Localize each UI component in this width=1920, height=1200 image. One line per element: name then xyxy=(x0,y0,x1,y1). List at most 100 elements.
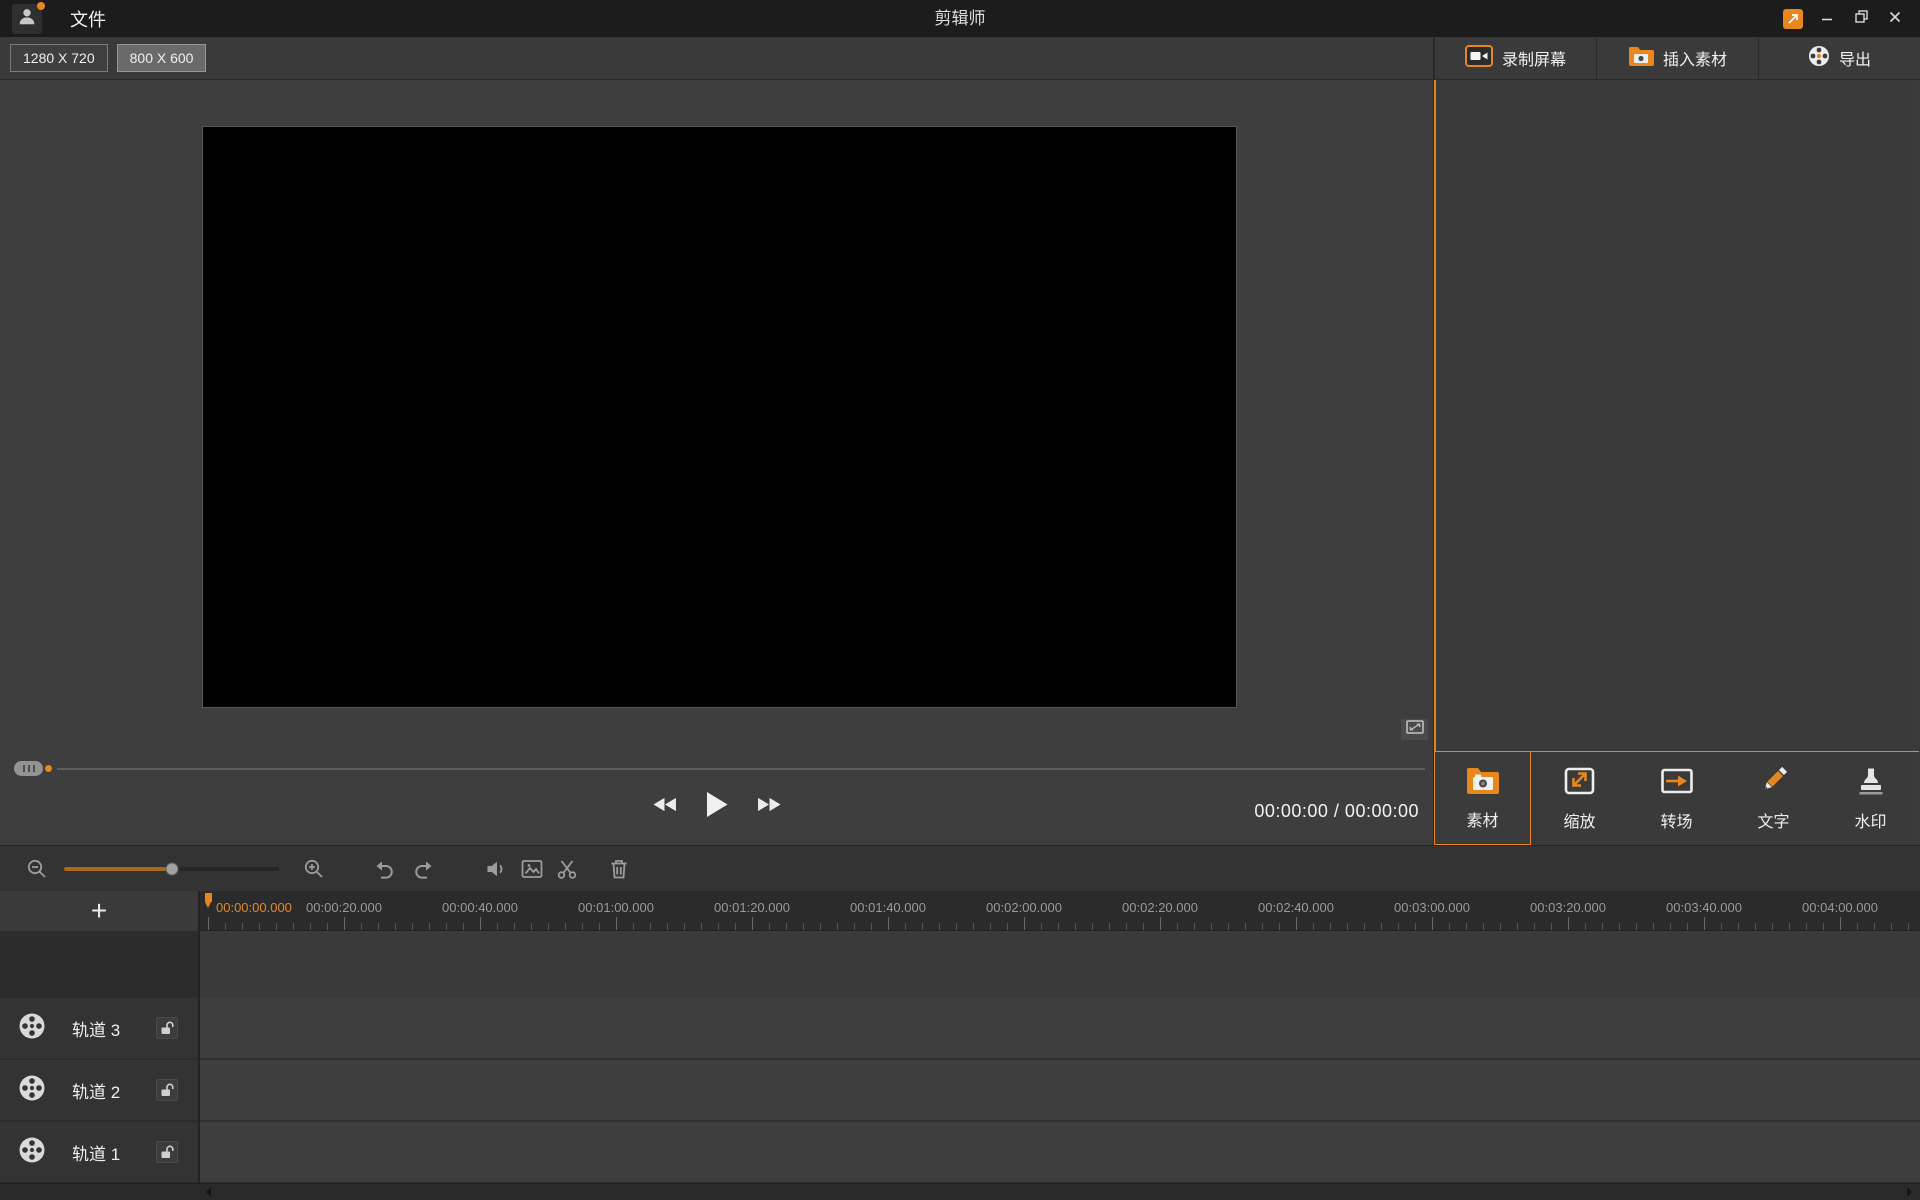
film-reel-icon xyxy=(18,1074,46,1107)
ruler-label: 00:00:20.000 xyxy=(306,900,382,915)
time-display: 00:00:00 / 00:00:00 xyxy=(1254,801,1419,821)
ruler-label: 00:02:40.000 xyxy=(1258,900,1334,915)
lock-icon xyxy=(161,1083,174,1096)
video-preview-stage xyxy=(202,126,1237,708)
timeline-ruler[interactable]: 00:00:00.000 00:00:20.000 00:00:40.000 0… xyxy=(200,891,1920,931)
resolution-800x600-button[interactable]: 800 X 600 xyxy=(116,44,207,72)
user-avatar[interactable] xyxy=(12,1,45,34)
zoom-in-icon xyxy=(304,859,323,878)
rewind-button[interactable] xyxy=(653,796,677,818)
play-icon xyxy=(705,790,729,824)
frame-edit-button[interactable] xyxy=(521,858,543,880)
fullscreen-button[interactable] xyxy=(1401,719,1428,740)
ruler-label: 00:00:40.000 xyxy=(442,900,518,915)
fast-forward-icon xyxy=(757,796,781,818)
track-lane-1[interactable] xyxy=(200,1122,1920,1182)
zoom-slider-fill xyxy=(64,867,172,871)
seek-position-dot xyxy=(45,765,52,772)
track-label: 轨道 1 xyxy=(72,1144,121,1164)
workspace: 00:00:00 / 00:00:00 素材 缩放 转场 文字 水印 xyxy=(0,80,1920,845)
ruler-label: 00:04:00.000 xyxy=(1802,900,1878,915)
record-screen-button[interactable]: 录制屏幕 xyxy=(1434,37,1596,79)
material-library-area[interactable] xyxy=(1434,80,1919,751)
app-window: 文件 剪辑师 1280 X 720 800 X 600 录制屏幕 插入素材 导出… xyxy=(0,0,1920,1200)
right-panel: 素材 缩放 转场 文字 水印 xyxy=(1434,80,1919,845)
tab-text-label: 文字 xyxy=(1757,813,1790,831)
tab-watermark[interactable]: 水印 xyxy=(1822,752,1919,845)
film-reel-icon xyxy=(18,1136,46,1169)
film-reel-icon xyxy=(18,1012,46,1045)
zoom-out-icon xyxy=(27,859,46,878)
restore-button[interactable] xyxy=(1844,4,1878,34)
timeline-upper-area xyxy=(200,931,1920,998)
seek-handle-icon[interactable] xyxy=(14,761,43,776)
playhead-marker[interactable] xyxy=(205,893,212,908)
track-lane-3[interactable] xyxy=(200,998,1920,1058)
feedback-button[interactable] xyxy=(1776,4,1810,34)
zoom-out-button[interactable] xyxy=(26,858,48,880)
add-track-button[interactable]: + xyxy=(0,891,198,931)
minimize-icon xyxy=(1821,10,1833,28)
undo-button[interactable] xyxy=(373,858,395,880)
ruler-label: 00:01:00.000 xyxy=(578,900,654,915)
export-button[interactable]: 导出 xyxy=(1758,37,1920,79)
export-label: 导出 xyxy=(1838,52,1871,69)
track-header-3[interactable]: 轨道 3 xyxy=(0,998,198,1058)
record-screen-icon xyxy=(1464,44,1493,72)
seek-bar[interactable] xyxy=(57,768,1425,770)
track-header-1[interactable]: 轨道 1 xyxy=(0,1122,198,1182)
user-avatar-icon xyxy=(16,5,38,32)
insert-material-button[interactable]: 插入素材 xyxy=(1596,37,1758,79)
fast-forward-button[interactable] xyxy=(757,796,781,818)
scissors-icon xyxy=(557,860,577,879)
minimize-button[interactable] xyxy=(1810,4,1844,34)
tab-scale[interactable]: 缩放 xyxy=(1531,752,1628,845)
volume-button[interactable] xyxy=(485,858,507,880)
zoom-slider-knob[interactable] xyxy=(165,862,178,876)
notification-dot xyxy=(37,1,45,10)
watermark-stamp-icon xyxy=(1855,766,1887,801)
restore-icon xyxy=(1854,9,1868,28)
ruler-label: 00:02:20.000 xyxy=(1122,900,1198,915)
timeline-scrollbar[interactable] xyxy=(0,1183,1920,1200)
feedback-icon xyxy=(1783,8,1803,29)
track-lane-2[interactable] xyxy=(200,1060,1920,1120)
track-lock-button[interactable] xyxy=(156,1079,178,1101)
export-reel-icon xyxy=(1808,45,1830,72)
scroll-left-icon[interactable] xyxy=(206,1187,211,1197)
file-menu[interactable]: 文件 xyxy=(70,6,106,32)
cut-button[interactable] xyxy=(556,858,578,880)
close-button[interactable] xyxy=(1878,4,1912,34)
tab-material[interactable]: 素材 xyxy=(1434,751,1531,845)
track-lock-button[interactable] xyxy=(156,1017,178,1039)
scroll-right-icon[interactable] xyxy=(1907,1187,1912,1197)
ruler-label: 00:03:20.000 xyxy=(1530,900,1606,915)
play-button[interactable] xyxy=(705,790,729,824)
track-lock-button[interactable] xyxy=(156,1141,178,1163)
timeline-toolbar xyxy=(0,845,1920,891)
tab-text[interactable]: 文字 xyxy=(1725,752,1822,845)
tab-transition-label: 转场 xyxy=(1660,813,1693,831)
preview-area: 00:00:00 / 00:00:00 xyxy=(0,80,1434,845)
delete-button[interactable] xyxy=(608,858,630,880)
zoom-in-button[interactable] xyxy=(303,858,325,880)
ruler-label: 00:03:40.000 xyxy=(1666,900,1742,915)
volume-icon xyxy=(487,861,503,877)
app-title: 剪辑师 xyxy=(934,9,986,28)
tab-transition[interactable]: 转场 xyxy=(1628,752,1725,845)
resolution-1280x720-button[interactable]: 1280 X 720 xyxy=(10,44,108,72)
add-track-icon: + xyxy=(90,895,108,926)
tab-scale-label: 缩放 xyxy=(1563,813,1596,831)
track-header-2[interactable]: 轨道 2 xyxy=(0,1060,198,1120)
titlebar: 文件 剪辑师 xyxy=(0,0,1920,37)
zoom-slider[interactable] xyxy=(64,862,279,876)
text-pencil-icon xyxy=(1758,766,1790,801)
track-label: 轨道 2 xyxy=(72,1082,121,1102)
rewind-icon xyxy=(653,796,677,818)
undo-icon xyxy=(376,861,393,879)
timeline-lanes[interactable]: 00:00:00.000 00:00:20.000 00:00:40.000 0… xyxy=(200,891,1920,1183)
redo-button[interactable] xyxy=(413,858,435,880)
panel-tab-bar: 素材 缩放 转场 文字 水印 xyxy=(1434,751,1919,845)
tab-watermark-label: 水印 xyxy=(1854,813,1887,831)
lock-icon xyxy=(161,1021,174,1034)
